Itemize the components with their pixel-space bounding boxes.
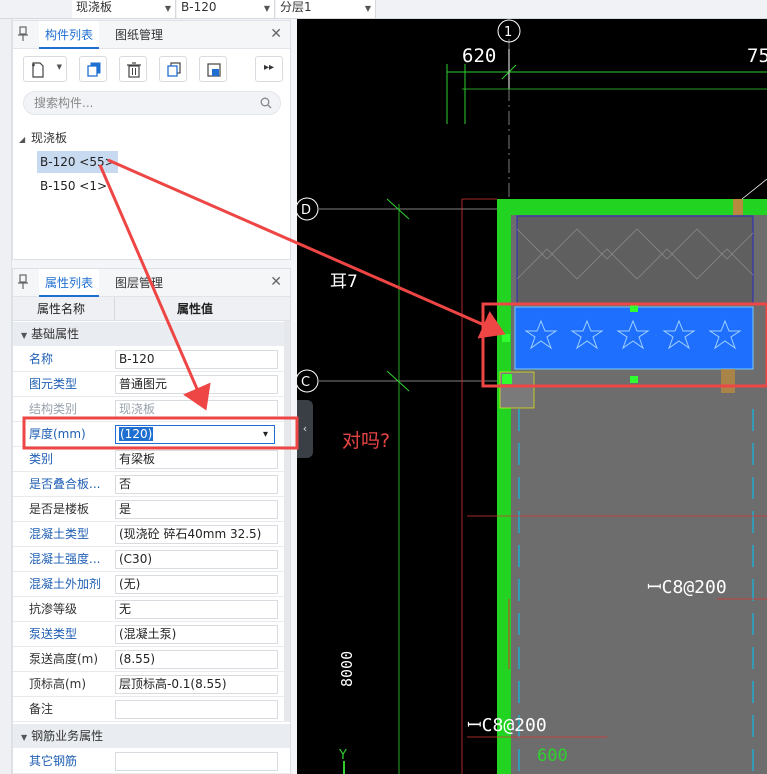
highlight-box-thickness — [22, 416, 299, 450]
arrow-to-thickness — [98, 164, 211, 411]
arrow-to-slab — [107, 158, 506, 339]
highlight-box-slab — [481, 302, 767, 388]
annotation-overlay — [22, 158, 767, 450]
annotation-question: 对吗? — [342, 430, 391, 452]
